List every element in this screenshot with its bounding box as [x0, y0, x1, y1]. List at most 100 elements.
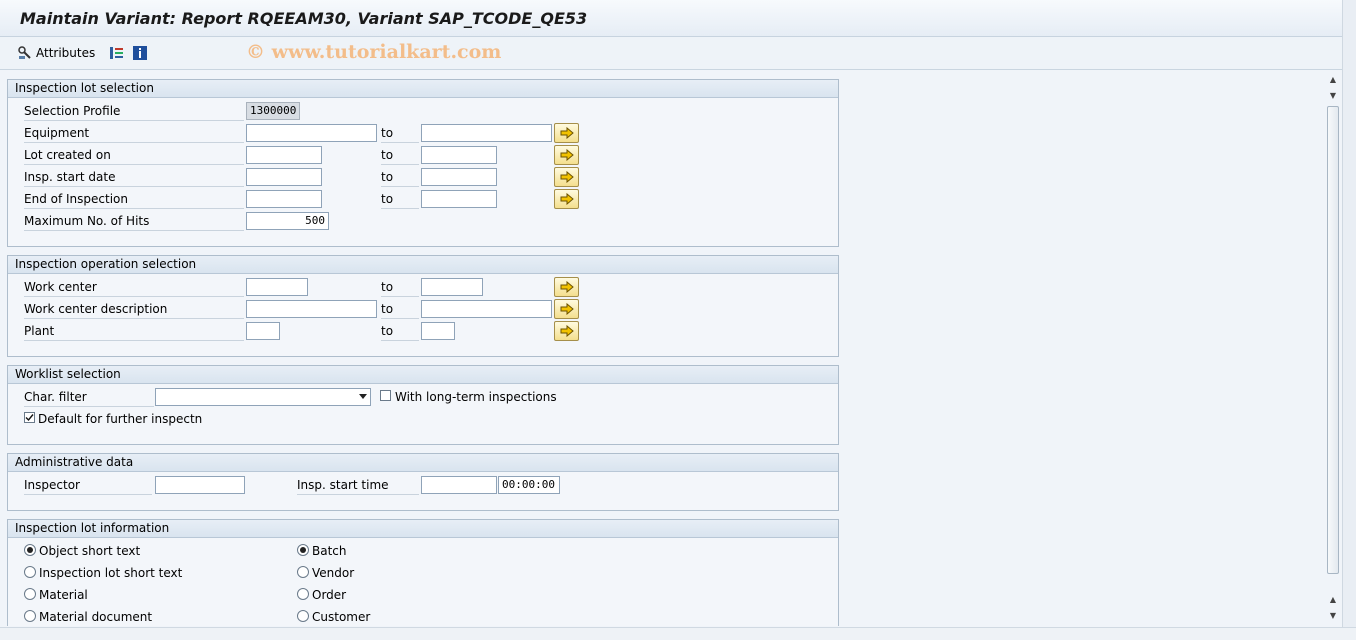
attributes-icon [18, 46, 31, 59]
work-center-description-row: Work center description to [8, 298, 836, 320]
default-further-row: Default for further inspectn [8, 408, 836, 430]
radio-row: Material document Customer [8, 606, 836, 626]
watermark: © www.tutorialkart.com [246, 41, 502, 63]
equipment-row: Equipment to [8, 122, 836, 144]
window-edge [1342, 0, 1356, 627]
administrative-row: Inspector Insp. start time 00:00:00 [8, 474, 836, 496]
customer-radio[interactable] [297, 610, 309, 622]
work-center-label: Work center [24, 279, 244, 297]
information-button[interactable] [132, 44, 148, 62]
max-hits-label: Maximum No. of Hits [24, 213, 244, 231]
insp-start-time-field[interactable]: 00:00:00 [498, 476, 560, 494]
insp-start-date-to-field[interactable] [421, 168, 497, 186]
chevron-down-icon [359, 394, 367, 399]
inspection-lot-short-text-radio[interactable] [24, 566, 36, 578]
group-heading: Inspection lot information [8, 520, 838, 538]
radio-row: Inspection lot short text Vendor [8, 562, 836, 584]
end-of-inspection-row: End of Inspection to [8, 188, 836, 210]
main-content: Inspection lot selection Selection Profi… [0, 70, 1342, 626]
work-center-description-to-label: to [381, 301, 419, 319]
equipment-from-field[interactable] [246, 124, 377, 142]
max-hits-row: Maximum No. of Hits 500 [8, 210, 836, 232]
order-label: Order [312, 588, 347, 602]
material-radio[interactable] [24, 588, 36, 600]
equipment-to-field[interactable] [421, 124, 552, 142]
end-of-inspection-multiple-selection-button[interactable] [554, 189, 579, 209]
equipment-multiple-selection-button[interactable] [554, 123, 579, 143]
work-center-to-label: to [381, 279, 419, 297]
work-center-description-to-field[interactable] [421, 300, 552, 318]
long-term-checkbox[interactable] [380, 390, 391, 401]
lot-created-on-to-field[interactable] [421, 146, 497, 164]
insp-start-date-label: Insp. start date [24, 169, 244, 187]
inspection-lot-short-text-label: Inspection lot short text [39, 566, 183, 580]
lot-created-on-label: Lot created on [24, 147, 244, 165]
char-filter-label: Char. filter [24, 389, 154, 407]
customer-label: Customer [312, 610, 371, 624]
order-radio[interactable] [297, 588, 309, 600]
material-label: Material [39, 588, 88, 602]
arrow-right-icon [560, 171, 574, 183]
application-toolbar: Attributes © www.tutorialkart.com [0, 37, 1342, 70]
vendor-label: Vendor [312, 566, 355, 580]
list-layout-icon [110, 47, 123, 59]
work-center-row: Work center to [8, 276, 836, 298]
work-center-description-multiple-selection-button[interactable] [554, 299, 579, 319]
default-further-checkbox[interactable] [24, 412, 35, 423]
default-further-label: Default for further inspectn [38, 412, 203, 426]
insp-start-time-label: Insp. start time [297, 477, 419, 495]
scroll-page-down-icon[interactable]: ▲ [1326, 592, 1340, 606]
plant-multiple-selection-button[interactable] [554, 321, 579, 341]
selection-profile-row: Selection Profile 1300000 [8, 100, 836, 122]
plant-to-field[interactable] [421, 322, 455, 340]
group-heading: Inspection operation selection [8, 256, 838, 274]
batch-radio[interactable] [297, 544, 309, 556]
insp-start-date-to-label: to [381, 169, 419, 187]
vendor-radio[interactable] [297, 566, 309, 578]
inspector-field[interactable] [155, 476, 245, 494]
work-center-multiple-selection-button[interactable] [554, 277, 579, 297]
equipment-label: Equipment [24, 125, 244, 143]
work-center-description-from-field[interactable] [246, 300, 377, 318]
end-of-inspection-to-label: to [381, 191, 419, 209]
end-of-inspection-from-field[interactable] [246, 190, 322, 208]
material-document-radio[interactable] [24, 610, 36, 622]
lot-created-on-multiple-selection-button[interactable] [554, 145, 579, 165]
lot-created-on-row: Lot created on to [8, 144, 836, 166]
scroll-down-arrow-icon[interactable]: ▼ [1326, 608, 1340, 622]
worklist-selection-group: Worklist selection Char. filter With lon… [7, 365, 839, 445]
radio-selected-dot [27, 547, 33, 553]
arrow-right-icon [560, 193, 574, 205]
work-center-description-label: Work center description [24, 301, 244, 319]
arrow-right-icon [560, 127, 574, 139]
arrow-right-icon [560, 149, 574, 161]
scroll-up-arrow-icon[interactable]: ▲ [1326, 72, 1340, 86]
lot-created-on-to-label: to [381, 147, 419, 165]
equipment-to-label: to [381, 125, 419, 143]
object-short-text-radio[interactable] [24, 544, 36, 556]
char-filter-dropdown[interactable] [155, 388, 371, 406]
selection-profile-label: Selection Profile [24, 103, 244, 121]
insp-start-date-row: Insp. start date to [8, 166, 836, 188]
insp-start-date-multiple-selection-button[interactable] [554, 167, 579, 187]
attributes-label: Attributes [36, 46, 96, 60]
scroll-page-up-icon[interactable]: ▼ [1326, 88, 1340, 102]
insp-start-date-from-field[interactable] [246, 168, 322, 186]
end-of-inspection-to-field[interactable] [421, 190, 497, 208]
arrow-right-icon [560, 325, 574, 337]
insp-start-date-field[interactable] [421, 476, 497, 494]
object-short-text-label: Object short text [39, 544, 141, 558]
batch-label: Batch [312, 544, 347, 558]
scrollbar-thumb[interactable] [1327, 106, 1339, 574]
lot-created-on-from-field[interactable] [246, 146, 322, 164]
layout-button[interactable] [109, 44, 125, 62]
plant-from-field[interactable] [246, 322, 280, 340]
window-title: Maintain Variant: Report RQEEAM30, Varia… [20, 9, 588, 28]
attributes-button[interactable]: Attributes [17, 44, 95, 62]
work-center-to-field[interactable] [421, 278, 483, 296]
max-hits-field[interactable]: 500 [246, 212, 329, 230]
radio-row: Object short text Batch [8, 540, 836, 562]
selection-profile-field[interactable]: 1300000 [246, 102, 300, 120]
vertical-scrollbar[interactable]: ▲ ▼ ▲ ▼ [1326, 70, 1340, 626]
work-center-from-field[interactable] [246, 278, 308, 296]
